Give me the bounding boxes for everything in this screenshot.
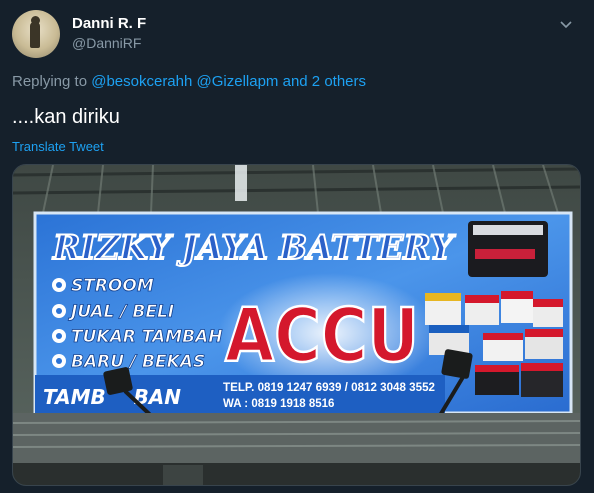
chevron-down-icon[interactable] bbox=[558, 16, 574, 32]
translate-tweet-link[interactable]: Translate Tweet bbox=[12, 139, 104, 154]
banner-service-item: STROOM bbox=[71, 276, 154, 296]
avatar-figure-body bbox=[30, 22, 40, 48]
banner-service-item: TUKAR TAMBAH bbox=[71, 327, 222, 347]
tweet-header: Danni R. F @DanniRF bbox=[12, 8, 584, 60]
author-name[interactable]: Danni R. F bbox=[72, 15, 146, 32]
reply-prefix: Replying to bbox=[12, 73, 88, 90]
banner-phone: TELP. 0819 1247 6939 / 0812 3048 3552 bbox=[223, 382, 435, 394]
banner-headline: ACCU bbox=[225, 293, 419, 379]
banner-service-item: JUAL / BELI bbox=[68, 302, 174, 322]
banner-photo: RIZKY JAYA BATTERY STROOM JUAL / BELI TU… bbox=[13, 165, 580, 485]
author-handle[interactable]: @DanniRF bbox=[72, 35, 141, 51]
reply-context: Replying to @besokcerahh @Gizellapm and … bbox=[12, 73, 366, 90]
tweet-photo[interactable]: RIZKY JAYA BATTERY STROOM JUAL / BELI TU… bbox=[12, 164, 581, 486]
banner-service-item: BARU / BEKAS bbox=[71, 352, 205, 372]
avatar[interactable] bbox=[12, 10, 60, 58]
mention-link[interactable]: @Gizellapm bbox=[197, 73, 279, 90]
banner-whatsapp: WA : 0819 1918 8516 bbox=[223, 398, 334, 410]
banner-shop-name: RIZKY JAYA BATTERY bbox=[52, 228, 456, 268]
tweet-text: ....kan diriku bbox=[12, 106, 120, 128]
mention-link[interactable]: @besokcerahh bbox=[91, 73, 192, 90]
others-link[interactable]: and 2 others bbox=[283, 73, 366, 90]
